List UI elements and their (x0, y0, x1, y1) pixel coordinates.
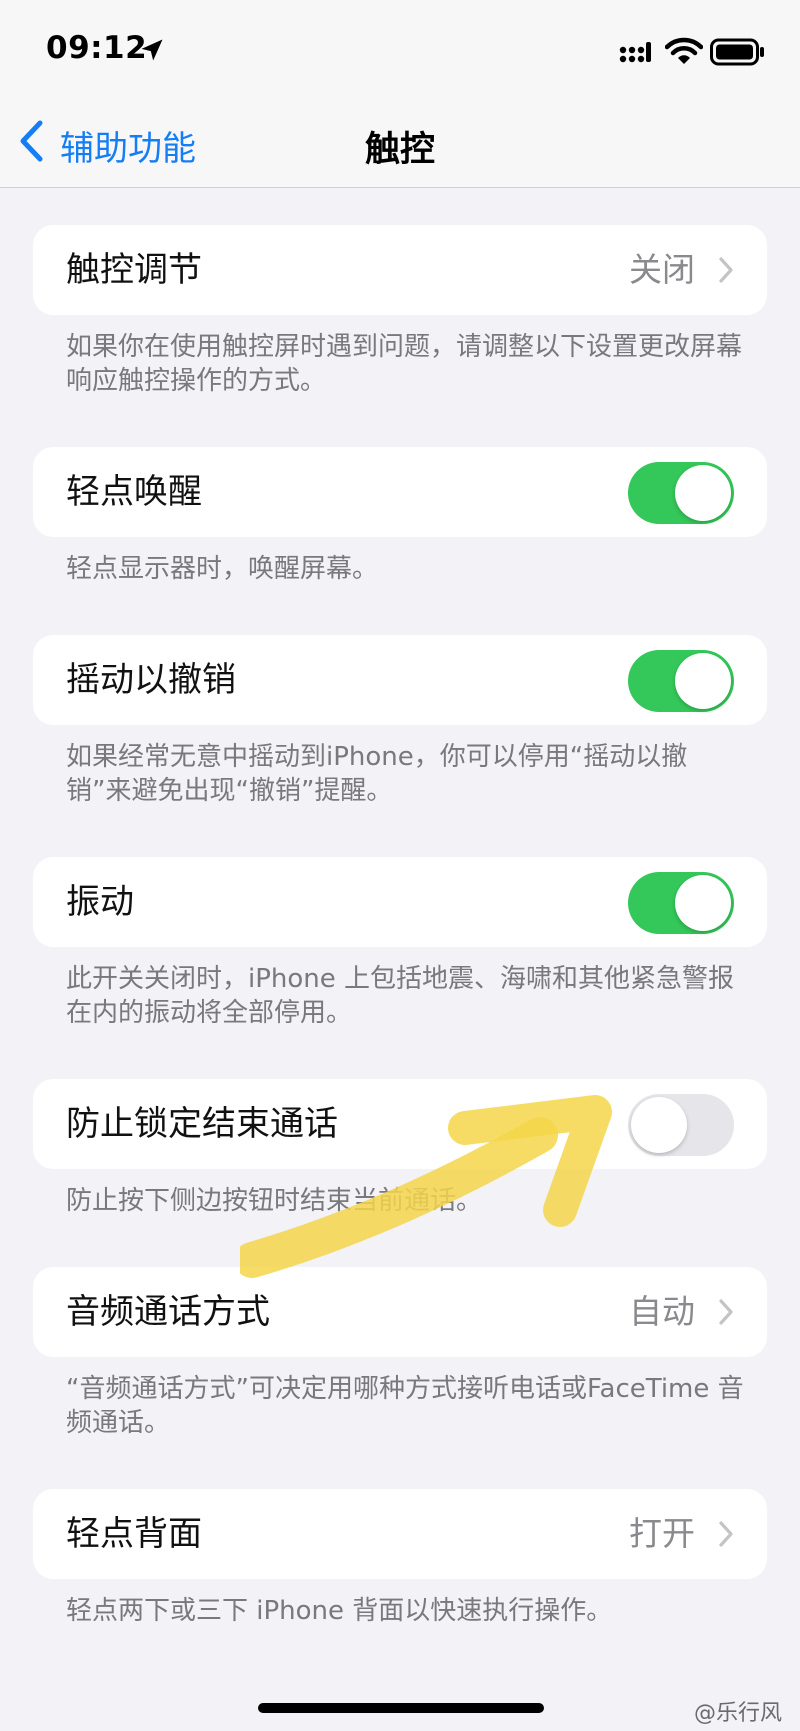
chevron-right-icon (719, 257, 733, 283)
location-arrow-icon (141, 39, 163, 61)
status-bar: 09:12 (0, 0, 800, 104)
row-label: 摇动以撤销 (66, 660, 236, 700)
touch-accommodations-row[interactable]: 触控调节 关闭 (33, 225, 767, 315)
row-label: 轻点背面 (66, 1514, 202, 1554)
section-footer: 轻点显示器时，唤醒屏幕。 (66, 554, 379, 584)
watermark: @乐行风 (693, 1701, 782, 1726)
home-indicator[interactable] (258, 1703, 544, 1713)
highlight-arrow-annotation (240, 1095, 612, 1278)
row-value: 打开 (629, 1514, 695, 1553)
toggle-knob (675, 653, 731, 709)
toggle-knob (631, 1097, 687, 1153)
toggle-knob (675, 465, 731, 521)
chevron-right-icon (719, 1299, 733, 1325)
navigation-bar: 辅助功能 触控 (0, 104, 800, 188)
vibration-toggle[interactable] (628, 872, 734, 934)
page-title: 触控 (364, 130, 435, 170)
battery-icon (710, 38, 764, 66)
row-label: 触控调节 (66, 250, 202, 290)
section-footer: 如果经常无意中摇动到iPhone，你可以停用“摇动以撤销”来避免出现“撤销”提醒… (66, 742, 688, 806)
tap-to-wake-row: 轻点唤醒 (33, 447, 767, 537)
row-label: 轻点唤醒 (66, 472, 202, 512)
row-label: 振动 (66, 882, 134, 922)
chevron-right-icon (719, 1521, 733, 1547)
cellular-signal-icon (619, 42, 651, 63)
prevent-lock-to-end-call-toggle[interactable] (628, 1094, 734, 1156)
vibration-row: 振动 (33, 857, 767, 947)
row-value: 关闭 (629, 250, 695, 289)
section-footer: “音频通话方式”可决定用哪种方式接听电话或FaceTime 音频通话。 (66, 1374, 744, 1438)
tap-to-wake-toggle[interactable] (628, 462, 734, 524)
wifi-icon (665, 37, 703, 64)
status-time: 09:12 (46, 30, 148, 66)
section-footer: 轻点两下或三下 iPhone 背面以快速执行操作。 (66, 1596, 613, 1626)
section-footer: 如果你在使用触控屏时遇到问题，请调整以下设置更改屏幕响应触控操作的方式。 (66, 332, 743, 396)
toggle-knob (675, 875, 731, 931)
back-tap-row[interactable]: 轻点背面 打开 (33, 1489, 767, 1579)
shake-to-undo-toggle[interactable] (628, 650, 734, 712)
shake-to-undo-row: 摇动以撤销 (33, 635, 767, 725)
row-value: 自动 (629, 1292, 695, 1331)
section-footer: 此开关关闭时，iPhone 上包括地震、海啸和其他紧急警报在内的振动将全部停用。 (66, 964, 735, 1028)
